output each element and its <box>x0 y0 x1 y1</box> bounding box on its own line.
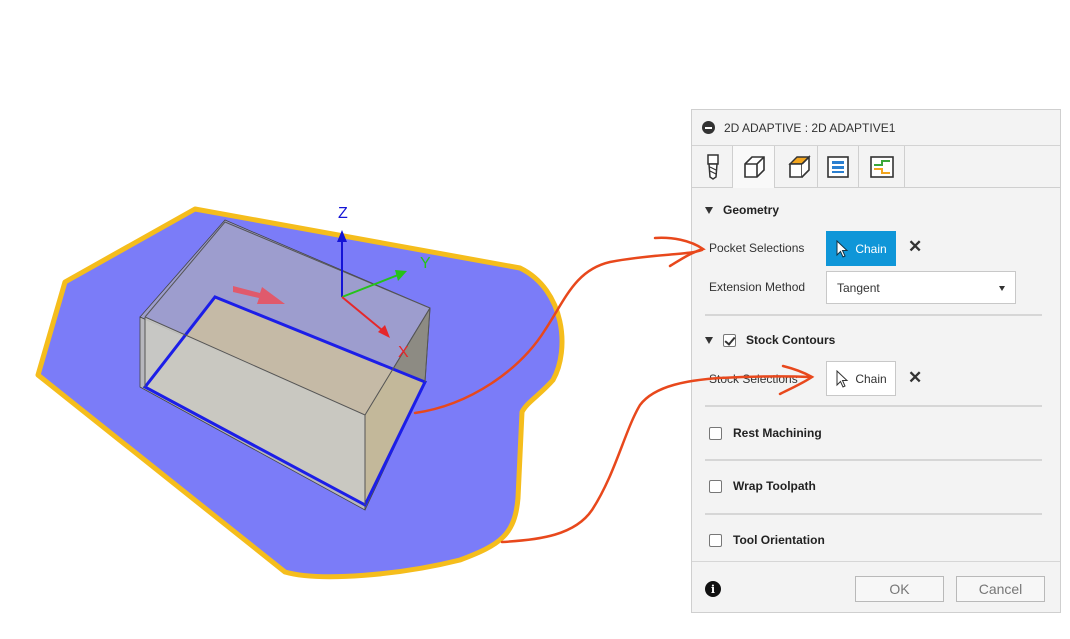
clear-pocket-selection-icon[interactable]: ✕ <box>908 237 922 257</box>
tool-icon <box>707 153 719 180</box>
rest-machining-section-title: Rest Machining <box>733 426 822 440</box>
pocket-chain-label: Chain <box>855 241 887 256</box>
y-axis-label: Y <box>420 255 431 272</box>
info-icon[interactable]: i <box>705 581 721 597</box>
clear-stock-selection-icon[interactable]: ✕ <box>908 368 922 388</box>
x-axis-label: X <box>398 344 409 361</box>
z-axis-label: Z <box>338 205 348 222</box>
stock-selections-label: Stock Selections <box>709 372 798 386</box>
tab-linking[interactable] <box>859 146 905 187</box>
tab-geometry[interactable] <box>732 146 775 188</box>
wrap-toolpath-checkbox[interactable] <box>709 479 722 493</box>
collapse-caret-icon <box>705 206 713 214</box>
section-divider <box>705 405 1042 407</box>
section-divider <box>705 314 1042 316</box>
collapse-icon[interactable] <box>702 121 715 134</box>
extension-method-label: Extension Method <box>709 280 806 294</box>
passes-icon <box>827 155 849 178</box>
geometry-icon <box>743 156 765 178</box>
cursor-icon <box>836 239 849 258</box>
panel-footer: i OK Cancel <box>692 561 1060 614</box>
heights-icon <box>788 154 811 178</box>
tool-orientation-section-title: Tool Orientation <box>733 533 825 547</box>
pocket-chain-button[interactable]: Chain <box>826 231 896 266</box>
rest-machining-checkbox[interactable] <box>709 426 722 440</box>
tab-passes[interactable] <box>817 146 859 187</box>
section-divider <box>705 513 1042 515</box>
wrap-toolpath-section-header[interactable]: Wrap Toolpath <box>692 478 1060 494</box>
stock-chain-button[interactable]: Chain <box>826 361 896 396</box>
geometry-section-title: Geometry <box>723 203 780 217</box>
panel-title: 2D ADAPTIVE : 2D ADAPTIVE1 <box>724 120 896 135</box>
panel-title-bar: 2D ADAPTIVE : 2D ADAPTIVE1 <box>692 110 1060 146</box>
operation-tabs <box>692 146 1060 188</box>
cursor-icon <box>836 369 849 388</box>
extension-method-value: Tangent <box>837 280 880 295</box>
stock-contours-checkbox[interactable] <box>723 333 736 347</box>
dropdown-arrow-icon <box>999 286 1005 291</box>
cancel-button[interactable]: Cancel <box>956 576 1045 602</box>
geometry-section-header[interactable]: Geometry <box>692 202 1060 218</box>
collapse-caret-icon <box>705 336 713 344</box>
tool-orientation-checkbox[interactable] <box>709 533 722 547</box>
wrap-toolpath-section-title: Wrap Toolpath <box>733 479 816 493</box>
extension-method-select[interactable]: Tangent <box>826 271 1016 304</box>
stock-chain-label: Chain <box>855 371 887 386</box>
tool-orientation-section-header[interactable]: Tool Orientation <box>692 532 1060 548</box>
stock-contours-section-header[interactable]: Stock Contours <box>692 332 1060 348</box>
pocket-selections-label: Pocket Selections <box>709 241 805 255</box>
rest-machining-section-header[interactable]: Rest Machining <box>692 425 1060 441</box>
tab-heights[interactable] <box>781 146 817 187</box>
ok-button[interactable]: OK <box>855 576 944 602</box>
tab-tool[interactable] <box>698 146 728 187</box>
section-divider <box>705 459 1042 461</box>
linking-icon <box>869 155 894 178</box>
stock-contours-section-title: Stock Contours <box>746 333 836 347</box>
adaptive-operation-panel: 2D ADAPTIVE : 2D ADAPTIVE1 Geometry Pock… <box>691 109 1061 613</box>
